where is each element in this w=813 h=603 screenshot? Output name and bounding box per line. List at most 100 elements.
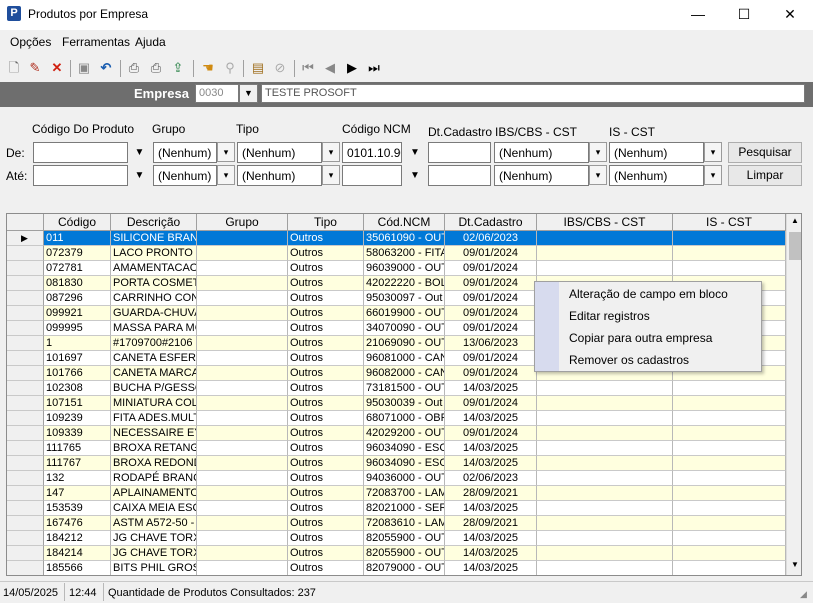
- cell-dt-cadastro[interactable]: 14/03/2025: [445, 456, 537, 471]
- cell-codigo[interactable]: 102308: [44, 381, 111, 396]
- cell-descricao[interactable]: ASTM A572-50 -: [111, 516, 197, 531]
- cell-grupo[interactable]: [197, 471, 288, 486]
- cell-dt-cadastro[interactable]: 09/01/2024: [445, 291, 537, 306]
- cell-dt-cadastro[interactable]: 14/03/2025: [445, 411, 537, 426]
- cell-grupo[interactable]: [197, 261, 288, 276]
- cell-grupo[interactable]: [197, 306, 288, 321]
- cell-tipo[interactable]: Outros: [288, 486, 364, 501]
- cell-grupo[interactable]: [197, 531, 288, 546]
- cell-tipo[interactable]: Outros: [288, 426, 364, 441]
- cell-codigo[interactable]: 101697: [44, 351, 111, 366]
- cell-tipo[interactable]: Outros: [288, 261, 364, 276]
- edit-pencil-icon[interactable]: ✎: [25, 58, 45, 78]
- cell-codigo[interactable]: 099995: [44, 321, 111, 336]
- maximize-button[interactable]: ☐: [721, 0, 767, 30]
- column-header-cod-ncm[interactable]: Cód.NCM: [364, 214, 445, 231]
- cell-grupo[interactable]: [197, 546, 288, 561]
- cell-cod-ncm[interactable]: 66019900 - OUT: [364, 306, 445, 321]
- cell-ibs-cbs-cst[interactable]: [537, 261, 673, 276]
- menu-opcoes[interactable]: Opções: [10, 35, 51, 49]
- cell-descricao[interactable]: JG CHAVE TORX: [111, 531, 197, 546]
- cell-descricao[interactable]: CANETA ESFERO: [111, 351, 197, 366]
- cell-ibs-cbs-cst[interactable]: [537, 246, 673, 261]
- cell-dt-cadastro[interactable]: 02/06/2023: [445, 231, 537, 246]
- tipo-ate-select[interactable]: (Nenhum): [237, 165, 322, 186]
- cell-grupo[interactable]: [197, 501, 288, 516]
- cell-tipo[interactable]: Outros: [288, 321, 364, 336]
- table-row[interactable]: 184214 JG CHAVE TORX Outros 82055900 - OUT 1…: [7, 546, 786, 561]
- cell-dt-cadastro[interactable]: 09/01/2024: [445, 261, 537, 276]
- cell-dt-cadastro[interactable]: 09/01/2024: [445, 321, 537, 336]
- cell-cod-ncm[interactable]: 42022220 - BOL: [364, 276, 445, 291]
- export-icon[interactable]: ⇪: [168, 58, 188, 78]
- chevron-down-icon[interactable]: ▼: [404, 142, 426, 163]
- cell-dt-cadastro[interactable]: 09/01/2024: [445, 396, 537, 411]
- cell-grupo[interactable]: [197, 291, 288, 306]
- cell-cod-ncm[interactable]: 42029200 - OUT: [364, 426, 445, 441]
- cell-is-cst[interactable]: [673, 246, 786, 261]
- cell-descricao[interactable]: PORTA COSMETI: [111, 276, 197, 291]
- cell-cod-ncm[interactable]: 73181500 - OUT: [364, 381, 445, 396]
- cell-cod-ncm[interactable]: 96034090 - ESC: [364, 456, 445, 471]
- cell-is-cst[interactable]: [673, 561, 786, 575]
- first-record-icon[interactable]: ⏮: [298, 58, 318, 78]
- empresa-code-field[interactable]: 0030: [195, 84, 239, 103]
- tipo-de-select[interactable]: (Nenhum): [237, 142, 322, 163]
- menu-item-remover-cadastros[interactable]: Remover os cadastros: [569, 353, 689, 367]
- chevron-down-icon[interactable]: ▾: [322, 165, 340, 185]
- cell-dt-cadastro[interactable]: 09/01/2024: [445, 246, 537, 261]
- column-header-dt-cadastro[interactable]: Dt.Cadastro: [445, 214, 537, 231]
- menu-item-alteracao-bloco[interactable]: Alteração de campo em bloco: [569, 287, 728, 301]
- row-indicator[interactable]: [7, 426, 44, 441]
- properties-icon[interactable]: ▤: [248, 58, 268, 78]
- cell-cod-ncm[interactable]: 95030039 - Out: [364, 396, 445, 411]
- ibs-de-select[interactable]: (Nenhum): [494, 142, 589, 163]
- cell-cod-ncm[interactable]: 96034090 - ESC: [364, 441, 445, 456]
- dtcadastro-de-input[interactable]: [428, 142, 491, 163]
- table-row[interactable]: 111765 BROXA RETANGL Outros 96034090 - ESC 1…: [7, 441, 786, 456]
- cell-codigo[interactable]: 153539: [44, 501, 111, 516]
- products-grid[interactable]: Código Descrição Grupo Tipo Cód.NCM Dt.C…: [6, 213, 802, 576]
- hand-icon[interactable]: ☚: [198, 58, 218, 78]
- cell-descricao[interactable]: RODAPÉ BRANCO: [111, 471, 197, 486]
- cell-grupo[interactable]: [197, 456, 288, 471]
- cell-tipo[interactable]: Outros: [288, 516, 364, 531]
- cell-cod-ncm[interactable]: 21069090 - OUT: [364, 336, 445, 351]
- row-indicator[interactable]: [7, 486, 44, 501]
- cell-descricao[interactable]: BROXA RETANGL: [111, 441, 197, 456]
- cell-ibs-cbs-cst[interactable]: [537, 231, 673, 246]
- ncm-de-input[interactable]: 0101.10.90: [342, 142, 402, 163]
- cell-codigo[interactable]: 072379: [44, 246, 111, 261]
- cell-is-cst[interactable]: [673, 456, 786, 471]
- cell-grupo[interactable]: [197, 396, 288, 411]
- row-indicator[interactable]: [7, 546, 44, 561]
- cell-descricao[interactable]: JG CHAVE TORX: [111, 546, 197, 561]
- table-row[interactable]: 072781 AMAMENTACAO Outros 96039000 - OUT 09/…: [7, 261, 786, 276]
- cell-cod-ncm[interactable]: 72083700 - LAM: [364, 486, 445, 501]
- chevron-down-icon[interactable]: ▼: [129, 165, 150, 186]
- cell-dt-cadastro[interactable]: 09/01/2024: [445, 306, 537, 321]
- cell-is-cst[interactable]: [673, 261, 786, 276]
- cell-grupo[interactable]: [197, 246, 288, 261]
- table-row[interactable]: 102308 BUCHA P/GESSO Outros 73181500 - OUT 1…: [7, 381, 786, 396]
- row-indicator[interactable]: [7, 351, 44, 366]
- undo-icon[interactable]: ↶: [96, 58, 116, 78]
- cell-dt-cadastro[interactable]: 14/03/2025: [445, 561, 537, 575]
- cell-dt-cadastro[interactable]: 02/06/2023: [445, 471, 537, 486]
- cell-codigo[interactable]: 167476: [44, 516, 111, 531]
- cell-cod-ncm[interactable]: 35061090 - OUT: [364, 231, 445, 246]
- cell-dt-cadastro[interactable]: 14/03/2025: [445, 531, 537, 546]
- cell-grupo[interactable]: [197, 486, 288, 501]
- chevron-down-icon[interactable]: ▾: [589, 165, 607, 185]
- chevron-down-icon[interactable]: ▾: [589, 142, 607, 162]
- cell-is-cst[interactable]: [673, 531, 786, 546]
- cell-tipo[interactable]: Outros: [288, 441, 364, 456]
- is-de-select[interactable]: (Nenhum): [609, 142, 704, 163]
- cell-ibs-cbs-cst[interactable]: [537, 426, 673, 441]
- cell-dt-cadastro[interactable]: 09/01/2024: [445, 351, 537, 366]
- cell-ibs-cbs-cst[interactable]: [537, 516, 673, 531]
- cell-is-cst[interactable]: [673, 486, 786, 501]
- table-row[interactable]: 167476 ASTM A572-50 - Outros 72083610 - LAM…: [7, 516, 786, 531]
- ibs-ate-select[interactable]: (Nenhum): [494, 165, 589, 186]
- cell-descricao[interactable]: NECESSAIRE EYE: [111, 426, 197, 441]
